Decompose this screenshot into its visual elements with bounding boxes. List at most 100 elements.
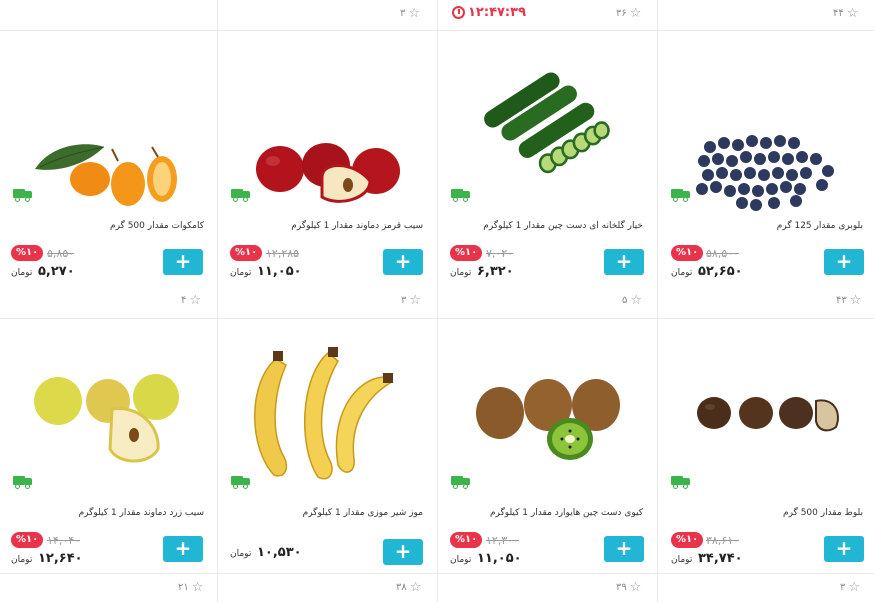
add-to-cart-button[interactable]: + (604, 249, 644, 275)
rating: ۵ ☆ (622, 294, 642, 307)
star-icon[interactable]: ☆ (189, 294, 201, 307)
product-card[interactable]: سیب زرد دماوند مقدار 1 کیلوگرم %۱۰ ۱۴,۰۴… (0, 319, 218, 573)
discount-badge: %۱۰ (671, 245, 704, 261)
rating: ۳۸ ☆ (396, 581, 421, 594)
cucumber-image[interactable] (438, 61, 656, 191)
acorn-image[interactable] (658, 349, 874, 479)
rating-count: ۳۶ (616, 8, 627, 19)
price: ۵,۲۷۰ (38, 264, 75, 279)
rating-count: ۴۳ (836, 295, 847, 306)
add-to-cart-button[interactable]: + (383, 249, 423, 275)
star-icon[interactable]: ☆ (850, 294, 862, 307)
old-price: ۷,۰۲۰ (486, 247, 514, 260)
currency-label: تومان (11, 268, 33, 278)
yellow-apple-image[interactable] (0, 349, 218, 479)
rating-count: ۴۴ (833, 8, 844, 19)
product-title[interactable]: خیار گلخانه ای دست چین مقدار 1 کیلوگرم (483, 221, 643, 231)
price: ۱۰,۵۳۰ (257, 545, 302, 560)
delivery-truck-icon (671, 187, 691, 202)
product-title[interactable]: سیب زرد دماوند مقدار 1 کیلوگرم (79, 508, 204, 518)
delivery-truck-icon (231, 474, 251, 489)
old-price: ۱۴,۰۴۰ (47, 534, 81, 547)
delivery-truck-icon (13, 474, 33, 489)
star-icon[interactable]: ☆ (408, 7, 420, 20)
currency-label: تومان (671, 555, 693, 565)
product-card[interactable]: کیوی دست چین هایوارد مقدار 1 کیلوگرم %۱۰… (438, 319, 656, 573)
product-card[interactable]: بلوط مقدار 500 گرم %۱۰ ۳۸,۶۱۰ تومان ۳۴,۷… (658, 319, 874, 573)
old-price: ۵,۸۵۰ (47, 247, 75, 260)
product-title[interactable]: کامکوات مقدار 500 گرم (110, 221, 204, 231)
rating: ۳۶ ☆ (616, 7, 641, 20)
rating: ۴۴ ☆ (833, 7, 858, 20)
currency-label: تومان (230, 549, 252, 559)
kiwi-image[interactable] (438, 349, 656, 479)
rating: ۳ ☆ (840, 581, 860, 594)
product-card[interactable]: موز شیر موزی مقدار 1 کیلوگرم تومان ۱۰,۵۳… (218, 319, 436, 573)
discount-badge: %۱۰ (671, 532, 704, 548)
add-to-cart-button[interactable]: + (604, 536, 644, 562)
rating: ۳۹ ☆ (616, 581, 641, 594)
discount-badge: %۱۰ (450, 532, 483, 548)
countdown-timer: ۱۲:۴۷:۳۹ (452, 5, 526, 20)
rating-count: ۳ (401, 295, 407, 306)
delivery-truck-icon (671, 474, 691, 489)
price: ۶,۳۲۰ (477, 264, 514, 279)
product-title[interactable]: بلوط مقدار 500 گرم (783, 508, 863, 518)
rating: ۳ ☆ (400, 7, 420, 20)
product-title[interactable]: کیوی دست چین هایوارد مقدار 1 کیلوگرم (490, 508, 643, 518)
star-icon[interactable]: ☆ (848, 581, 860, 594)
old-price: ۳۸,۶۱۰ (706, 534, 740, 547)
rating: ۴۳ ☆ (836, 294, 861, 307)
price: ۵۲,۶۵۰ (698, 264, 743, 279)
currency-label: تومان (450, 555, 472, 565)
product-title[interactable]: سیب قرمز دماوند مقدار 1 کیلوگرم (291, 221, 423, 231)
row-divider (0, 573, 874, 574)
product-card[interactable]: سیب قرمز دماوند مقدار 1 کیلوگرم %۱۰ ۱۲,۲… (218, 31, 436, 318)
price: ۱۱,۰۵۰ (477, 551, 522, 566)
currency-label: تومان (450, 268, 472, 278)
rating-count: ۵ (622, 295, 628, 306)
clock-icon (452, 6, 465, 19)
rating-count: ۴ (181, 295, 187, 306)
rating-count: ۳ (400, 8, 406, 19)
currency-label: تومان (11, 555, 33, 565)
add-to-cart-button[interactable]: + (383, 539, 423, 565)
add-to-cart-button[interactable]: + (824, 536, 864, 562)
old-price: ۵۸,۵۰۰ (706, 247, 740, 260)
discount-badge: %۱۰ (11, 245, 44, 261)
product-title[interactable]: موز شیر موزی مقدار 1 کیلوگرم (303, 508, 423, 518)
add-to-cart-button[interactable]: + (163, 536, 203, 562)
banana-image[interactable] (218, 337, 436, 487)
star-icon[interactable]: ☆ (630, 581, 642, 594)
discount-badge: %۱۰ (450, 245, 483, 261)
timer-value: ۱۲:۴۷:۳۹ (468, 5, 527, 20)
price: ۱۲,۶۴۰ (38, 551, 83, 566)
product-card[interactable]: خیار گلخانه ای دست چین مقدار 1 کیلوگرم %… (438, 31, 656, 318)
rating: ۴ ☆ (181, 294, 201, 307)
product-card[interactable]: کامکوات مقدار 500 گرم %۱۰ ۵,۸۵۰ تومان ۵,… (0, 31, 218, 318)
add-to-cart-button[interactable]: + (163, 249, 203, 275)
product-card[interactable]: بلوبری مقدار 125 گرم %۱۰ ۵۸,۵۰۰ تومان ۵۲… (658, 31, 874, 318)
star-icon[interactable]: ☆ (192, 581, 204, 594)
rating: ۲۱ ☆ (178, 581, 203, 594)
discount-badge: %۱۰ (230, 245, 263, 261)
old-price: ۱۲,۳۰۰ (486, 534, 520, 547)
star-icon[interactable]: ☆ (630, 7, 642, 20)
product-title[interactable]: بلوبری مقدار 125 گرم (777, 221, 863, 231)
old-price: ۱۲,۲۸۵ (266, 247, 300, 260)
rating-count: ۳۸ (396, 582, 407, 593)
currency-label: تومان (671, 268, 693, 278)
rating-count: ۲۱ (178, 582, 189, 593)
currency-label: تومان (230, 268, 252, 278)
star-icon[interactable]: ☆ (410, 581, 422, 594)
star-icon[interactable]: ☆ (409, 294, 421, 307)
rating-count: ۳ (840, 582, 846, 593)
delivery-truck-icon (13, 187, 33, 202)
star-icon[interactable]: ☆ (630, 294, 642, 307)
star-icon[interactable]: ☆ (847, 7, 859, 20)
rating: ۳ ☆ (401, 294, 421, 307)
delivery-truck-icon (451, 474, 471, 489)
discount-badge: %۱۰ (11, 532, 44, 548)
price: ۳۴,۷۴۰ (698, 551, 743, 566)
add-to-cart-button[interactable]: + (824, 249, 864, 275)
